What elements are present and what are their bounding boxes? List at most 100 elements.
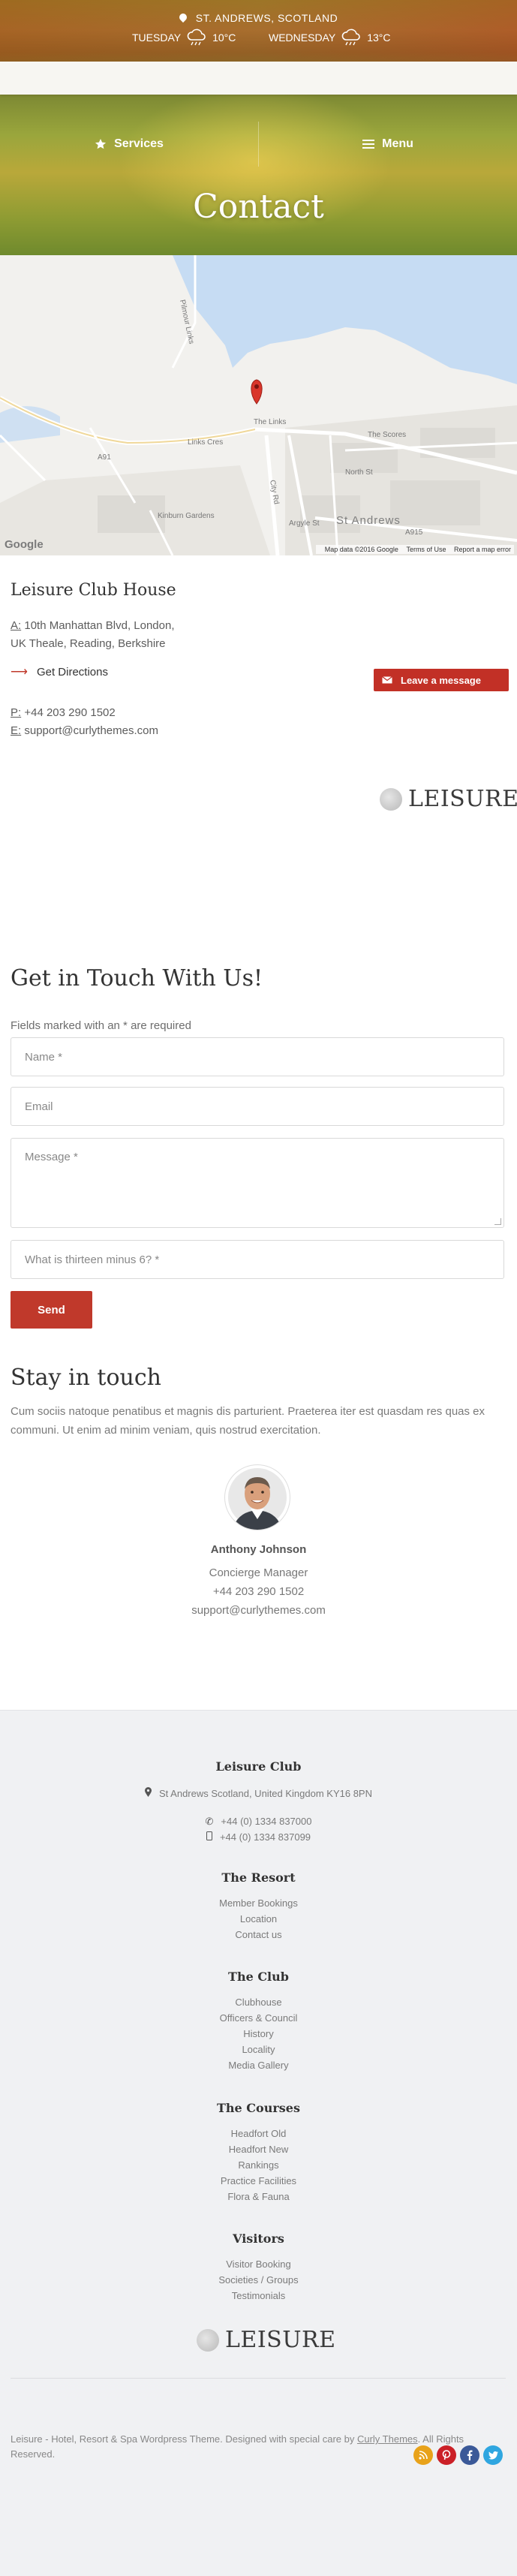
map-canvas[interactable]: The Links The Scores Links Cres A91 Nort…	[0, 255, 517, 555]
footer-link[interactable]: Rankings	[0, 2157, 517, 2173]
phone-prefix: P:	[11, 706, 22, 719]
captcha-input[interactable]: What is thirteen minus 6? *	[11, 1240, 504, 1279]
footer-phone-1[interactable]: ✆ +44 (0) 1334 837000	[0, 1813, 517, 1829]
footer-club-column: The Club Clubhouse Officers & Council Hi…	[0, 1970, 517, 2073]
footer-link[interactable]: Testimonials	[0, 2288, 517, 2304]
leave-message-label: Leave a message	[401, 674, 481, 686]
address-line-1: 10th Manhattan Blvd, London,	[21, 619, 175, 632]
address-line-2: UK Theale, Reading, Berkshire	[11, 637, 166, 650]
resize-handle-icon[interactable]	[494, 1218, 501, 1225]
mobile-icon	[206, 1829, 212, 1845]
map-label: The Scores	[368, 431, 406, 439]
club-address: A: 10th Manhattan Blvd, London, UK Theal…	[11, 617, 175, 653]
footer-link[interactable]: Media Gallery	[0, 2057, 517, 2073]
footer-visitors-title: Visitors	[233, 2231, 284, 2246]
map-label: A915	[405, 528, 423, 537]
star-icon	[95, 139, 107, 149]
forecast-day-2: WEDNESDAY 13°C	[269, 29, 390, 47]
copyright-link[interactable]: Curly Themes	[357, 2433, 418, 2445]
footer-link[interactable]: Flora & Fauna	[0, 2189, 517, 2204]
footer-courses-title: The Courses	[217, 2101, 300, 2115]
footer-link[interactable]: Member Bookings	[0, 1895, 517, 1911]
nav-menu-label: Menu	[382, 137, 413, 150]
footer-club-info: Leisure Club St Andrews Scotland, United…	[0, 1759, 517, 1845]
footer-link[interactable]: Officers & Council	[0, 2010, 517, 2026]
footer-link[interactable]: Contact us	[0, 1927, 517, 1943]
nav-menu-button[interactable]: Menu	[258, 122, 517, 167]
google-logo[interactable]: Google	[5, 538, 44, 551]
footer-courses-column: The Courses Headfort Old Headfort New Ra…	[0, 2101, 517, 2204]
map-label: Pilmour Links	[178, 299, 195, 345]
pinterest-icon[interactable]	[437, 2445, 456, 2465]
map-terms-link[interactable]: Terms of Use	[406, 546, 446, 553]
footer-link[interactable]: Societies / Groups	[0, 2272, 517, 2288]
envelope-icon	[374, 676, 401, 684]
location-pin-icon	[177, 11, 188, 23]
footer-link[interactable]: Location	[0, 1911, 517, 1927]
footer-link[interactable]: Practice Facilities	[0, 2173, 517, 2189]
footer-club-column-title: The Club	[228, 1970, 289, 1984]
footer-resort-title: The Resort	[221, 1870, 296, 1885]
footer-link[interactable]: Headfort Old	[0, 2126, 517, 2141]
page-title: Contact	[193, 188, 324, 226]
footer-link[interactable]: History	[0, 2026, 517, 2042]
logo-emblem-icon	[380, 787, 402, 811]
rain-cloud-icon	[341, 29, 360, 46]
footer-link[interactable]: Headfort New	[0, 2141, 517, 2157]
map-report-link[interactable]: Report a map error	[454, 546, 511, 553]
map-label: A91	[98, 453, 111, 462]
person-email[interactable]: support@curlythemes.com	[0, 1604, 517, 1617]
footer-link[interactable]: Visitor Booking	[0, 2256, 517, 2272]
map-attribution: Map data ©2016 Google Terms of Use Repor…	[315, 545, 514, 554]
stay-in-touch-title: Stay in touch	[11, 1365, 161, 1391]
map-town-label: St Andrews	[336, 514, 401, 527]
name-input[interactable]: Name *	[11, 1037, 504, 1076]
leave-message-button[interactable]: Leave a message	[374, 669, 509, 691]
footer-visitors-column: Visitors Visitor Booking Societies / Gro…	[0, 2231, 517, 2304]
location-label: ST. ANDREWS, SCOTLAND	[195, 12, 338, 24]
twitter-icon[interactable]	[483, 2445, 503, 2465]
avatar	[225, 1465, 290, 1530]
person-role: Concierge Manager	[209, 1566, 308, 1579]
message-textarea[interactable]: Message *	[11, 1138, 504, 1228]
footer-logo-text: LEISURE	[225, 2327, 336, 2353]
nav-services-button[interactable]: Services	[0, 122, 258, 167]
footer-club-title: Leisure Club	[215, 1759, 302, 1774]
send-button[interactable]: Send	[11, 1291, 92, 1329]
footer-phone-1-text: +44 (0) 1334 837000	[221, 1816, 312, 1827]
address-prefix: A:	[11, 619, 22, 632]
get-directions-link[interactable]: ⟶ Get Directions	[11, 664, 108, 679]
phone-icon: ✆	[205, 1816, 214, 1827]
contact-email[interactable]: support@curlythemes.com	[21, 724, 158, 737]
footer-link[interactable]: Locality	[0, 2042, 517, 2057]
footer-link[interactable]: Clubhouse	[0, 1994, 517, 2010]
rss-icon[interactable]	[413, 2445, 433, 2465]
footer-logo[interactable]: LEISURE	[197, 2327, 336, 2353]
facebook-icon[interactable]	[460, 2445, 479, 2465]
map-label: Kinburn Gardens	[158, 512, 215, 520]
nav-services-label: Services	[114, 137, 164, 150]
club-house-title: Leisure Club House	[11, 581, 176, 600]
hamburger-icon	[362, 140, 375, 149]
footer-phone-2[interactable]: +44 (0) 1334 837099	[0, 1829, 517, 1845]
map-marker-icon[interactable]	[251, 379, 263, 405]
footer-phone-2-text: +44 (0) 1334 837099	[219, 1831, 311, 1843]
map-label: City Rd	[268, 480, 281, 505]
person-name: Anthony Johnson	[210, 1543, 307, 1556]
utility-bar	[0, 62, 517, 95]
stay-in-touch-text: Cum sociis natoque penatibus et magnis d…	[11, 1405, 485, 1437]
email-prefix: E:	[11, 724, 22, 737]
get-in-touch-title: Get in Touch With Us!	[11, 965, 263, 992]
required-fields-note: Fields marked with an * are required	[11, 1019, 191, 1032]
person-phone[interactable]: +44 203 290 1502	[0, 1585, 517, 1598]
email-input[interactable]: Email	[11, 1087, 504, 1126]
forecast-day-label: TUESDAY	[132, 32, 182, 44]
main-nav: Services Menu	[0, 122, 517, 167]
logo-emblem-icon	[197, 2328, 219, 2352]
rain-cloud-icon	[187, 29, 206, 46]
location-map[interactable]: The Links The Scores Links Cres A91 Nort…	[0, 255, 517, 555]
contact-phone-email: P: +44 203 290 1502 E: support@curlythem…	[11, 704, 158, 740]
message-placeholder: Message *	[25, 1151, 78, 1163]
map-label: Links Cres	[188, 438, 223, 447]
contact-phone[interactable]: +44 203 290 1502	[21, 706, 115, 719]
